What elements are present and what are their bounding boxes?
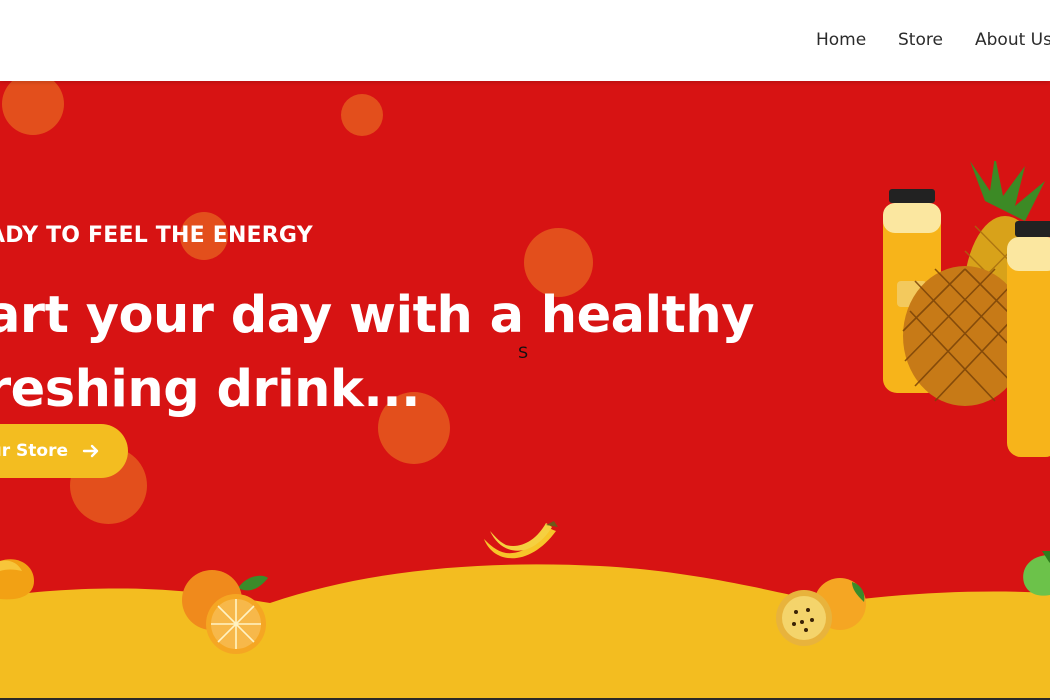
hero-headline-line2: reshing drink... [0,360,420,419]
oranges-image [182,570,268,654]
juice-bottles-pineapple-image [883,161,1050,457]
hero-banner: ADY TO FEEL THE ENERGY art your day with… [0,81,1050,700]
hero-kicker: ADY TO FEEL THE ENERGY [0,223,313,248]
mango-image [0,559,34,600]
nav-link-about-us[interactable]: About Us [975,30,1050,50]
passion-fruit-image [776,578,866,646]
bananas-image [484,521,558,559]
visit-store-label: ur Store [0,441,68,461]
hero-headline: art your day with a healthy reshing drin… [0,279,755,427]
arrow-right-icon [82,444,99,458]
nav-link-store[interactable]: Store [898,30,943,50]
stray-character: S [518,343,529,362]
nav-link-home[interactable]: Home [816,30,866,50]
lime-image [1023,551,1050,596]
visit-store-button[interactable]: ur Store [0,424,128,478]
hero-headline-line1: art your day with a healthy [0,286,755,345]
top-navbar: Home Store About Us [0,0,1050,81]
